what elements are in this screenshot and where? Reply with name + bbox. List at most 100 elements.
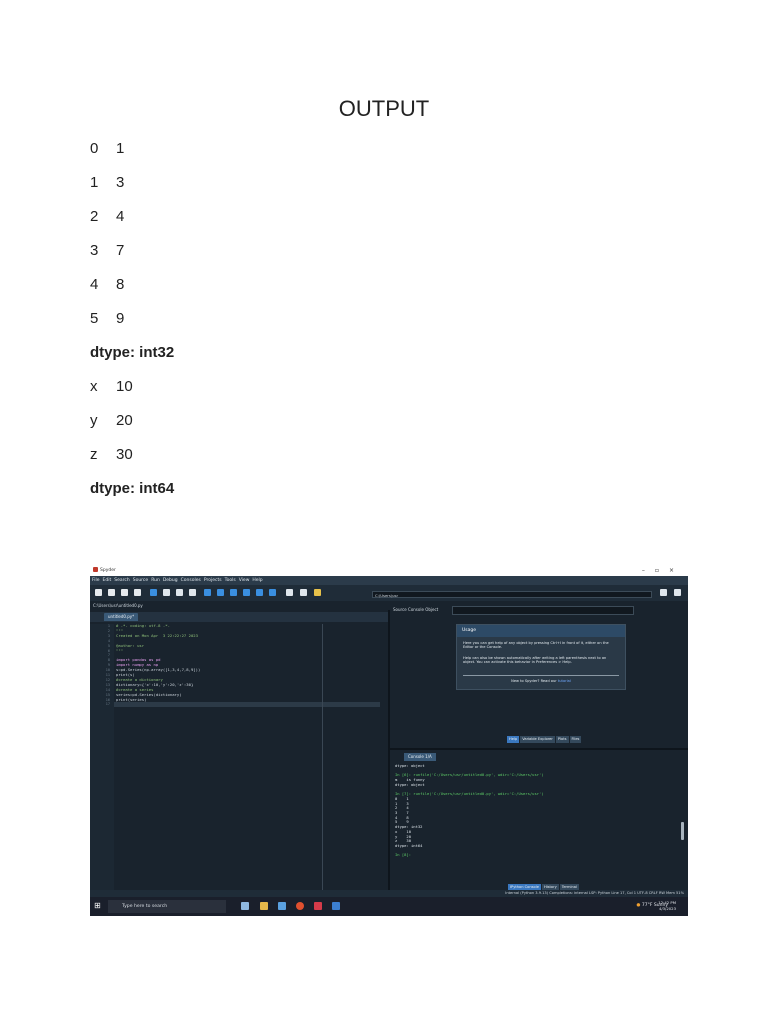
menu-item[interactable]: Tools (225, 578, 236, 583)
line-number: 7 (107, 653, 110, 658)
pane-tab[interactable]: Plots (555, 736, 569, 743)
sun-icon: ● (636, 903, 641, 908)
output-value: 3 (116, 174, 125, 191)
usage-paragraph-2: Help can also be shown automatically aft… (463, 656, 607, 665)
file-explorer-icon[interactable] (260, 902, 268, 910)
task-view-icon[interactable] (241, 902, 249, 910)
run-icon[interactable] (150, 589, 157, 596)
usage-paragraph-1: Here you can get help of any object by p… (463, 641, 609, 650)
line-number: 9 (107, 663, 110, 668)
line-number: 2 (107, 628, 110, 633)
pane-tab[interactable]: Help (507, 736, 520, 743)
clock[interactable]: 12:42 PM 4/3/2023 (658, 900, 676, 911)
pane-tab[interactable]: Files (569, 736, 582, 743)
line-number: 15 (105, 692, 110, 697)
spyder-icon (93, 567, 98, 572)
console-output[interactable]: dtype: object In [6]: runfile('C:/Users/… (395, 763, 544, 858)
store-icon[interactable] (278, 902, 286, 910)
window-controls[interactable]: –▫× (642, 566, 684, 576)
menu-item[interactable]: View (239, 578, 250, 583)
code-area[interactable]: # -*- coding: utf-8 -*- """ Created on Mon… (116, 623, 200, 707)
editor-tab-untitled0[interactable]: untitled0.py* (104, 613, 139, 621)
menu-item[interactable]: Debug (163, 578, 178, 583)
menu-item[interactable]: Source (133, 578, 148, 583)
menu-item[interactable]: Projects (204, 578, 222, 583)
stop-icon[interactable] (269, 589, 276, 596)
menu-item[interactable]: File (92, 578, 100, 583)
debug-icon[interactable] (204, 589, 211, 596)
output-line: 48 (90, 276, 124, 293)
windows-taskbar: ⊞ Type here to search ● 77°F Sunny 12:42… (90, 897, 688, 916)
line-number: 3 (107, 633, 110, 638)
dtype-text: dtype: int64 (90, 480, 175, 497)
usage-title: Usage (457, 625, 625, 637)
output-value: 30 (116, 446, 133, 463)
app-icon[interactable] (314, 902, 322, 910)
usage-footer: New to Spyder? Read our tutorial (463, 679, 619, 683)
output-value: 1 (116, 140, 125, 157)
object-label: Object (425, 607, 439, 612)
menu-item[interactable]: Consoles (181, 578, 201, 583)
output-index: z (90, 446, 98, 463)
python-path-icon[interactable] (314, 589, 321, 596)
pane-tab[interactable]: Variable Explorer (520, 736, 555, 743)
menu-item[interactable]: Search (114, 578, 129, 583)
source-label: Source (393, 607, 407, 612)
step-icon[interactable] (217, 589, 224, 596)
spyder-taskbar-icon[interactable] (332, 902, 340, 910)
menu-item[interactable]: Edit (103, 578, 112, 583)
file-path: C:\Users\usr\untitled0.py (90, 601, 393, 610)
usage-box: Usage Here you can get help of any objec… (456, 624, 626, 690)
line-number: 16 (105, 697, 110, 702)
run-selection-icon[interactable] (189, 589, 196, 596)
output-value: 8 (116, 276, 125, 293)
step-return-icon[interactable] (243, 589, 250, 596)
menu-item[interactable]: Help (252, 578, 262, 583)
output-index: 3 (90, 242, 99, 259)
output-index: 2 (90, 208, 99, 225)
continue-icon[interactable] (256, 589, 263, 596)
output-index: x (90, 378, 98, 395)
output-line: dtype: int64 (90, 480, 174, 497)
chrome-icon[interactable] (296, 902, 304, 910)
page-title: OUTPUT (338, 96, 430, 121)
console-line: In [8]: (395, 852, 412, 858)
line-number: 12 (105, 677, 110, 682)
output-value: 20 (116, 412, 133, 429)
editor-tabs: untitled0.py* (90, 612, 388, 622)
taskbar-search-input[interactable]: Type here to search (108, 900, 226, 913)
menu-item[interactable]: Run (151, 578, 160, 583)
browse-folder-icon[interactable] (660, 589, 667, 596)
output-index: 4 (90, 276, 99, 293)
output-value: 4 (116, 208, 125, 225)
source-select[interactable]: Console (408, 607, 424, 612)
console-pane[interactable]: Console 1/A dtype: object In [6]: runfil… (390, 748, 688, 892)
step-into-icon[interactable] (230, 589, 237, 596)
line-number: 8 (107, 658, 110, 663)
clock-date: 4/3/2023 (658, 905, 676, 911)
open-file-icon[interactable] (108, 589, 115, 596)
parent-folder-icon[interactable] (674, 589, 681, 596)
run-cell-advance-icon[interactable] (176, 589, 183, 596)
preferences-icon[interactable] (300, 589, 307, 596)
working-directory-input[interactable]: C:\Users\usr (372, 591, 652, 598)
output-line: dtype: int32 (90, 344, 174, 361)
object-input[interactable] (452, 606, 634, 615)
save-all-icon[interactable] (134, 589, 141, 596)
line-number: 6 (107, 648, 110, 653)
windows-start-icon[interactable]: ⊞ (94, 902, 102, 910)
output-value: 9 (116, 310, 125, 327)
console-tab[interactable]: Console 1/A (404, 753, 436, 761)
editor-pane[interactable]: untitled0.py* 1 2 3 4 5 6 7 8 9 10 11 12 13 14 15 16 17 … (90, 610, 390, 890)
usage-separator (463, 675, 619, 676)
tutorial-link[interactable]: tutorial (558, 679, 571, 683)
new-file-icon[interactable] (95, 589, 102, 596)
console-scrollbar[interactable] (681, 822, 684, 840)
run-cell-icon[interactable] (163, 589, 170, 596)
output-line: z 30 (90, 446, 133, 463)
spyder-screenshot: Spyder –▫× File Edit Search Source Run Debug C… (90, 566, 688, 916)
line-number: 5 (107, 643, 110, 648)
save-icon[interactable] (121, 589, 128, 596)
line-number: 14 (105, 687, 110, 692)
maximize-pane-icon[interactable] (286, 589, 293, 596)
